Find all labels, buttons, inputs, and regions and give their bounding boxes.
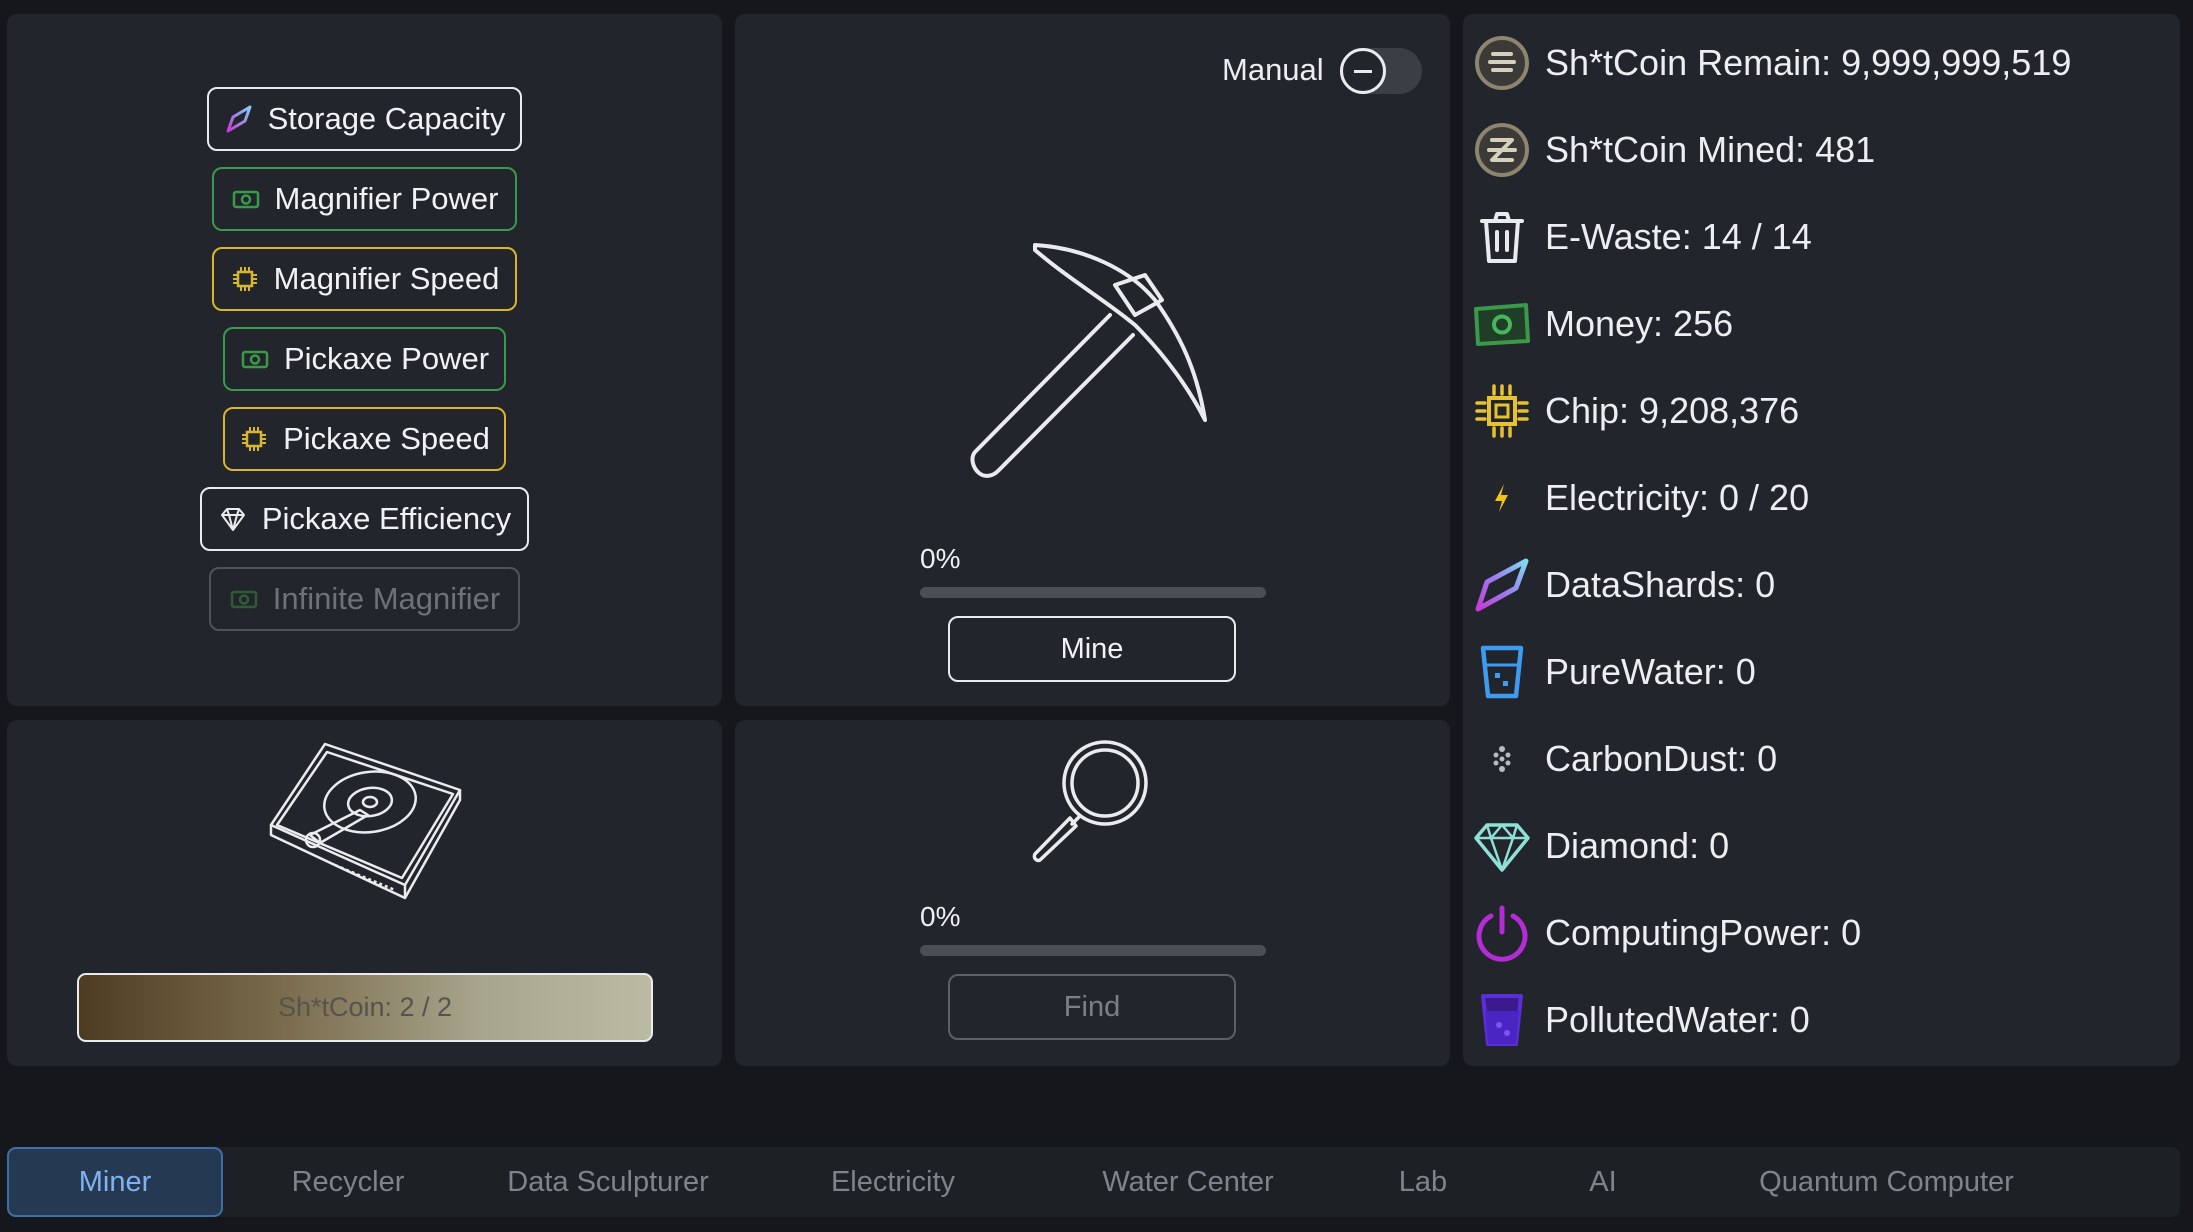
upgrade-label: Magnifier Speed [273, 261, 500, 296]
diamond-icon [1473, 817, 1531, 875]
magnifier-speed-upgrade-button[interactable]: Magnifier Speed [212, 247, 517, 311]
tab-label: Miner [78, 1165, 152, 1198]
storage-capacity-bar: Sh*tCoin: 2 / 2 [77, 973, 653, 1042]
stat-text: E-Waste: 14 / 14 [1545, 216, 1812, 257]
tab-water-center[interactable]: Water Center [1043, 1147, 1333, 1217]
toggle-knob [1340, 48, 1386, 94]
lightning-icon [1473, 469, 1531, 527]
tab-miner[interactable]: Miner [7, 1147, 223, 1217]
tab-recycler[interactable]: Recycler [223, 1147, 473, 1217]
stat-text: PureWater: 0 [1545, 651, 1756, 692]
stat-text: PollutedWater: 0 [1545, 999, 1810, 1040]
find-button-label: Find [1063, 990, 1121, 1023]
tab-ai[interactable]: AI [1513, 1147, 1693, 1217]
infinite-magnifier-upgrade-button[interactable]: Infinite Magnifier [209, 567, 520, 631]
bottom-tab-bar: Miner Recycler Data Sculpturer Electrici… [7, 1147, 2180, 1217]
stat-text: Money: 256 [1545, 303, 1734, 344]
stat-diamond: Diamond: 0 [1473, 811, 1729, 881]
tab-label: Quantum Computer [1759, 1165, 2014, 1198]
money-icon [1473, 295, 1531, 353]
mine-progress-percent: 0% [920, 543, 961, 574]
trash-icon [1473, 208, 1531, 266]
tab-data-sculpturer[interactable]: Data Sculpturer [473, 1147, 743, 1217]
chip-icon [1473, 382, 1531, 440]
stat-shitcoin-mined: Sh*tCoin Mined: 481 [1473, 115, 1875, 185]
tab-electricity[interactable]: Electricity [743, 1147, 1043, 1217]
manual-toggle[interactable] [1340, 48, 1422, 94]
coin-mined-icon [1473, 121, 1531, 179]
hard-drive-icon [265, 740, 465, 910]
stat-money: Money: 256 [1473, 289, 1733, 359]
magnifier-power-upgrade-button[interactable]: Magnifier Power [212, 167, 517, 231]
manual-toggle-label: Manual [1222, 52, 1324, 87]
data-shard-icon [1473, 556, 1531, 614]
stat-purewater: PureWater: 0 [1473, 637, 1756, 707]
pure-water-icon [1473, 643, 1531, 701]
upgrades-panel: Storage Capacity Magnifier Power Magnifi… [7, 14, 722, 706]
carbon-dust-icon [1473, 730, 1531, 788]
stat-carbondust: CarbonDust: 0 [1473, 724, 1777, 794]
tab-label: Lab [1398, 1165, 1448, 1198]
stat-text: Electricity: 0 / 20 [1545, 477, 1810, 518]
tab-label: AI [1589, 1165, 1617, 1198]
mine-button[interactable]: Mine [948, 616, 1236, 682]
money-icon [229, 584, 259, 614]
chip-icon [230, 264, 260, 294]
stat-computingpower: ComputingPower: 0 [1473, 898, 1861, 968]
polluted-water-icon [1473, 991, 1531, 1049]
chip-icon [239, 424, 269, 454]
upgrade-label: Infinite Magnifier [272, 581, 501, 616]
tab-label: Water Center [1102, 1165, 1274, 1198]
pickaxe-power-upgrade-button[interactable]: Pickaxe Power [223, 327, 506, 391]
diamond-icon [218, 504, 248, 534]
upgrade-label: Pickaxe Power [283, 341, 490, 376]
mine-button-label: Mine [1060, 632, 1124, 665]
storage-capacity-upgrade-button[interactable]: Storage Capacity [207, 87, 522, 151]
stat-text: CarbonDust: 0 [1545, 738, 1778, 779]
power-icon [1473, 904, 1531, 962]
pickaxe-efficiency-upgrade-button[interactable]: Pickaxe Efficiency [200, 487, 529, 551]
pickaxe-speed-upgrade-button[interactable]: Pickaxe Speed [223, 407, 506, 471]
stat-text: DataShards: 0 [1545, 564, 1776, 605]
stat-chip: Chip: 9,208,376 [1473, 376, 1799, 446]
coin-stack-icon [1473, 34, 1531, 92]
find-progress-percent: 0% [920, 901, 961, 932]
resources-panel: Sh*tCoin Remain: 9,999,999,519 Sh*tCoin … [1463, 14, 2180, 1066]
stat-electricity: Electricity: 0 / 20 [1473, 463, 1809, 533]
upgrade-label: Magnifier Power [274, 181, 499, 216]
stat-text: Chip: 9,208,376 [1545, 390, 1800, 431]
stat-text: Diamond: 0 [1545, 825, 1730, 866]
stat-text: Sh*tCoin Mined: 481 [1545, 129, 1876, 170]
tab-quantum-computer[interactable]: Quantum Computer [1693, 1147, 2080, 1217]
stat-text: ComputingPower: 0 [1545, 912, 1862, 953]
tab-label: Recycler [291, 1165, 405, 1198]
mine-progress-bar [920, 587, 1266, 598]
money-icon [231, 184, 261, 214]
upgrade-label: Pickaxe Efficiency [261, 501, 512, 536]
find-button[interactable]: Find [948, 974, 1236, 1040]
upgrade-label: Pickaxe Speed [283, 421, 490, 456]
money-icon [240, 344, 270, 374]
upgrade-label: Storage Capacity [267, 101, 506, 136]
pickaxe-icon [965, 240, 1215, 480]
stat-shitcoin-remain: Sh*tCoin Remain: 9,999,999,519 [1473, 28, 2071, 98]
find-progress-bar [920, 945, 1266, 956]
stat-datashards: DataShards: 0 [1473, 550, 1775, 620]
storage-capacity-text: Sh*tCoin: 2 / 2 [277, 992, 453, 1022]
stat-text: Sh*tCoin Remain: 9,999,999,519 [1545, 42, 2072, 83]
stat-pollutedwater: PollutedWater: 0 [1473, 985, 1810, 1055]
tab-label: Electricity [830, 1165, 956, 1198]
tab-lab[interactable]: Lab [1333, 1147, 1513, 1217]
stat-e-waste: E-Waste: 14 / 14 [1473, 202, 1812, 272]
data-shard-icon [224, 104, 254, 134]
tab-label: Data Sculpturer [507, 1165, 709, 1198]
magnifier-icon [1030, 738, 1155, 863]
